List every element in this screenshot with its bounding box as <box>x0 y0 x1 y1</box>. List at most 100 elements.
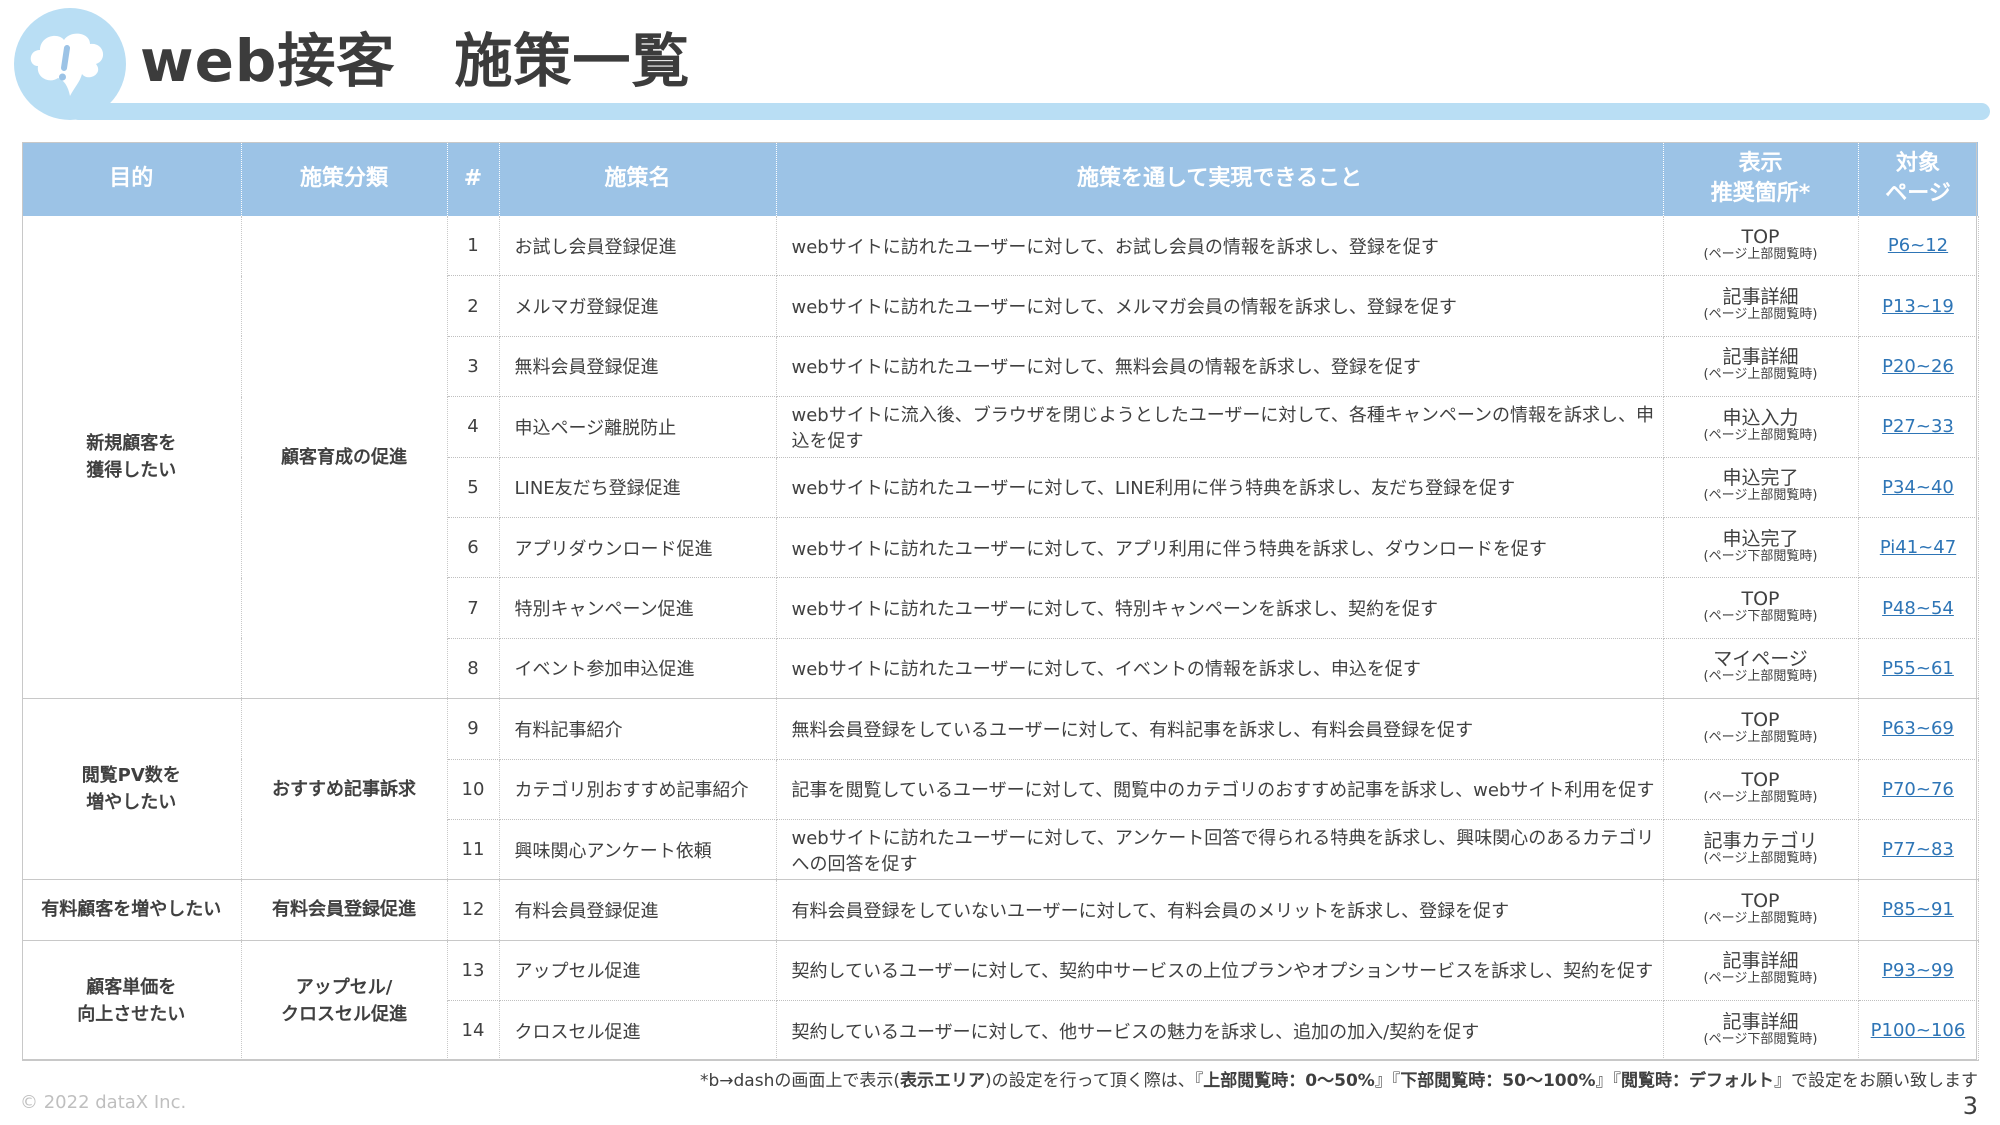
measure-name: メルマガ登録促進 <box>499 275 777 337</box>
location-timing: (ページ下部閲覧時) <box>1703 548 1818 564</box>
target-page-link[interactable]: P27~33 <box>1882 416 1954 437</box>
measure-description: webサイトに訪れたユーザーに対して、お試し会員の情報を訴求し、登録を促す <box>776 216 1664 277</box>
target-page-cell: P55~61 <box>1858 638 1979 700</box>
location-label: TOP <box>1741 889 1780 912</box>
target-page-link[interactable]: P70~76 <box>1882 779 1954 800</box>
measure-name: イベント参加申込促進 <box>499 638 777 700</box>
row-number: 5 <box>447 457 500 518</box>
target-page-cell: P63~69 <box>1858 698 1979 760</box>
column-header-number: # <box>447 142 500 216</box>
display-location: 記事カテゴリ (ページ上部閲覧時) <box>1663 819 1859 881</box>
target-page-link[interactable]: P34~40 <box>1882 477 1954 498</box>
measure-description: webサイトに訪れたユーザーに対して、メルマガ会員の情報を訴求し、登録を促す <box>776 275 1664 337</box>
table-row: 有料顧客を増やしたい 有料会員登録促進 12 有料会員登録促進 有料会員登録をしていない… <box>22 879 1979 941</box>
target-page-link[interactable]: P55~61 <box>1882 658 1954 679</box>
target-page-cell: Pi41~47 <box>1858 517 1979 579</box>
measure-name: 有料記事紹介 <box>499 698 777 760</box>
measure-name: お試し会員登録促進 <box>499 216 777 277</box>
column-header-description: 施策を通して実現できること <box>776 142 1664 216</box>
target-page-cell: P85~91 <box>1858 879 1979 941</box>
row-number: 10 <box>447 759 500 820</box>
location-timing: (ページ上部閲覧時) <box>1703 850 1818 866</box>
table-row: 閲覧PV数を 増やしたい おすすめ記事訴求 9 有料記事紹介 無料会員登録をしているユー… <box>22 698 1979 881</box>
measure-name: 興味関心アンケート依頼 <box>499 819 777 881</box>
location-label: TOP <box>1741 588 1780 611</box>
measure-description: webサイトに訪れたユーザーに対して、無料会員の情報を訴求し、登録を促す <box>776 336 1664 398</box>
target-page-link[interactable]: P48~54 <box>1882 598 1954 619</box>
purpose-cell: 顧客単価を 向上させたい <box>22 940 242 1062</box>
row-number: 9 <box>447 698 500 760</box>
table-row: 顧客単価を 向上させたい アップセル/ クロスセル促進 13 アップセル促進 契約してい… <box>22 940 1979 1062</box>
display-location: 記事詳細 (ページ上部閲覧時) <box>1663 336 1859 398</box>
location-timing: (ページ上部閲覧時) <box>1703 488 1818 504</box>
target-page-link[interactable]: Pi41~47 <box>1880 537 1956 558</box>
measure-description: 記事を閲覧しているユーザーに対して、閲覧中のカテゴリのおすすめ記事を訴求し、we… <box>776 759 1664 820</box>
target-page-link[interactable]: P63~69 <box>1882 718 1954 739</box>
location-label: TOP <box>1741 225 1780 248</box>
measure-description: 契約しているユーザーに対して、契約中サービスの上位プランやオプションサービスを訴… <box>776 940 1664 1002</box>
measure-name: 無料会員登録促進 <box>499 336 777 398</box>
measure-description: webサイトに訪れたユーザーに対して、特別キャンペーンを訴求し、契約を促す <box>776 577 1664 639</box>
location-timing: (ページ上部閲覧時) <box>1703 729 1818 745</box>
purpose-cell: 有料顧客を増やしたい <box>22 879 242 941</box>
row-number: 11 <box>447 819 500 881</box>
target-page-link[interactable]: P77~83 <box>1882 839 1954 860</box>
measure-description: 無料会員登録をしているユーザーに対して、有料記事を訴求し、有料会員登録を促す <box>776 698 1664 760</box>
slide-header: web接客 施策一覧 <box>0 0 2000 130</box>
target-page-cell: P48~54 <box>1858 577 1979 639</box>
location-label: マイページ <box>1713 648 1808 671</box>
target-page-cell: P13~19 <box>1858 275 1979 337</box>
target-page-link[interactable]: P13~19 <box>1882 296 1954 317</box>
measure-name: 申込ページ離脱防止 <box>499 396 777 458</box>
display-location: 申込完了 (ページ下部閲覧時) <box>1663 517 1859 579</box>
target-page-link[interactable]: P6~12 <box>1888 235 1948 256</box>
purpose-cell: 閲覧PV数を 増やしたい <box>22 698 242 881</box>
target-page-cell: P77~83 <box>1858 819 1979 881</box>
target-page-cell: P93~99 <box>1858 940 1979 1002</box>
row-number: 2 <box>447 275 500 337</box>
location-timing: (ページ上部閲覧時) <box>1703 307 1818 323</box>
location-timing: (ページ下部閲覧時) <box>1703 609 1818 625</box>
location-timing: (ページ上部閲覧時) <box>1703 790 1818 806</box>
target-page-cell: P34~40 <box>1858 457 1979 518</box>
measure-description: 契約しているユーザーに対して、他サービスの魅力を訴求し、追加の加入/契約を促す <box>776 1000 1664 1062</box>
target-page-link[interactable]: P85~91 <box>1882 899 1954 920</box>
row-number: 13 <box>447 940 500 1002</box>
target-page-link[interactable]: P93~99 <box>1882 960 1954 981</box>
measure-name: カテゴリ別おすすめ記事紹介 <box>499 759 777 820</box>
location-label: TOP <box>1741 769 1780 792</box>
table-row: 新規顧客を 獲得したい 顧客育成の促進 1 お試し会員登録促進 webサイトに訪れたユー… <box>22 216 1979 700</box>
display-location: 記事詳細 (ページ下部閲覧時) <box>1663 1000 1859 1062</box>
location-timing: (ページ上部閲覧時) <box>1703 910 1818 926</box>
speech-bubble-exclamation-icon <box>30 33 104 96</box>
display-location: TOP (ページ上部閲覧時) <box>1663 216 1859 277</box>
footnote: *b→dashの画面上で表示(表示エリア)の設定を行って頂く際は、『上部閲覧時：… <box>699 1071 1978 1091</box>
measure-name: アプリダウンロード促進 <box>499 517 777 579</box>
target-page-link[interactable]: P100~106 <box>1871 1020 1966 1041</box>
measure-name: アップセル促進 <box>499 940 777 1002</box>
location-timing: (ページ上部閲覧時) <box>1703 971 1818 987</box>
row-number: 3 <box>447 336 500 398</box>
column-header-display-location: 表示 推奨箇所* <box>1663 142 1859 216</box>
measure-description: webサイトに流入後、ブラウザを閉じようとしたユーザーに対して、各種キャンペーン… <box>776 396 1664 458</box>
title-underline-bar <box>70 103 1990 120</box>
measure-description: webサイトに訪れたユーザーに対して、LINE利用に伴う特典を訴求し、友だち登録… <box>776 457 1664 518</box>
display-location: TOP (ページ上部閲覧時) <box>1663 759 1859 820</box>
measure-description: webサイトに訪れたユーザーに対して、アンケート回答で得られる特典を訴求し、興味… <box>776 819 1664 881</box>
location-label: 記事カテゴリ <box>1703 829 1818 852</box>
page-title: web接客 施策一覧 <box>140 27 691 95</box>
category-cell: 有料会員登録促進 <box>241 879 448 941</box>
location-label: 記事詳細 <box>1722 286 1799 309</box>
location-timing: (ページ上部閲覧時) <box>1703 669 1818 685</box>
row-number: 12 <box>447 879 500 941</box>
target-page-link[interactable]: P20~26 <box>1882 356 1954 377</box>
display-location: 記事詳細 (ページ上部閲覧時) <box>1663 275 1859 337</box>
location-timing: (ページ下部閲覧時) <box>1703 1031 1818 1047</box>
display-location: 記事詳細 (ページ上部閲覧時) <box>1663 940 1859 1002</box>
row-number: 6 <box>447 517 500 579</box>
location-label: 記事詳細 <box>1722 346 1799 369</box>
row-number: 8 <box>447 638 500 700</box>
measures-table: 目的 施策分類 # 施策名 施策を通して実現できること 表示 推奨箇所* 対象 … <box>22 142 1979 1062</box>
location-label: 申込完了 <box>1722 467 1799 490</box>
display-location: TOP (ページ上部閲覧時) <box>1663 879 1859 941</box>
